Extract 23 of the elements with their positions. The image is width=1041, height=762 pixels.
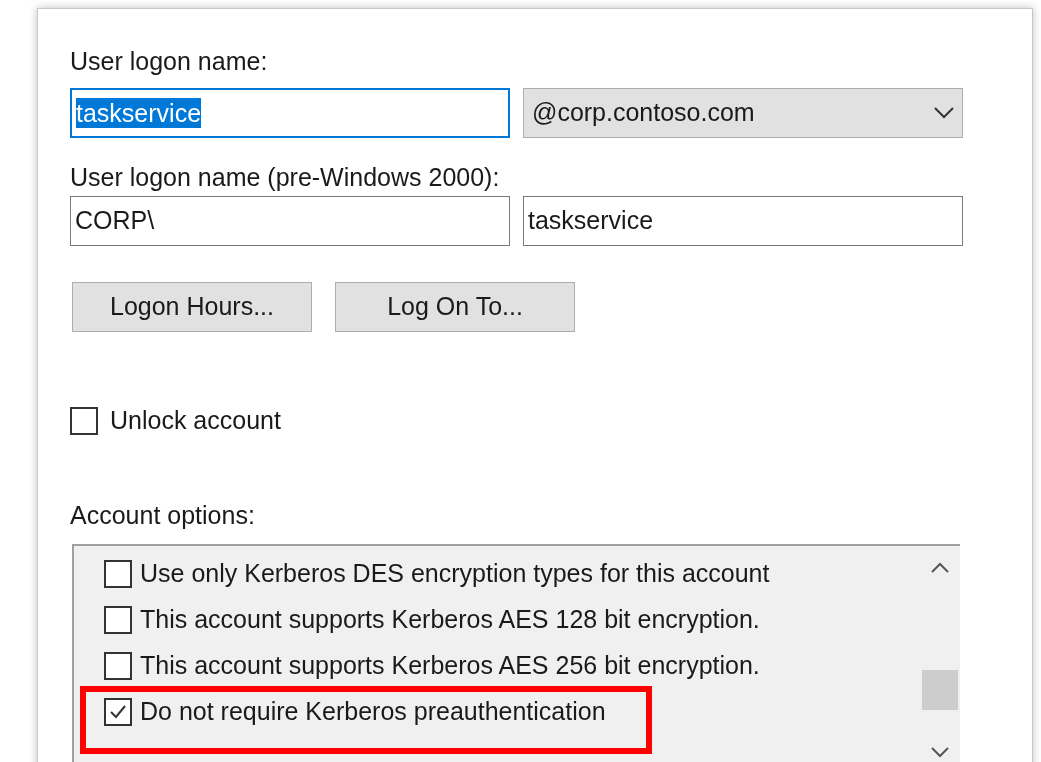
checkbox-label: Unlock account xyxy=(110,405,281,436)
option-checkbox[interactable] xyxy=(104,605,132,634)
option-label: This account supports Kerberos AES 128 bit encryption. xyxy=(140,603,760,635)
option-label: Use only Kerberos DES encryption types for this account xyxy=(140,557,770,589)
field-label: User logon name (pre-Windows 2000): xyxy=(70,162,501,192)
domain-field[interactable]: CORP\ xyxy=(70,196,510,246)
option-checkbox[interactable] xyxy=(104,697,132,726)
scroll-thumb[interactable] xyxy=(922,669,958,710)
section-label: Account options: xyxy=(70,499,256,530)
dialog-button[interactable]: Logon Hours... xyxy=(72,282,312,332)
logon-name-field[interactable]: taskservice xyxy=(523,196,963,246)
field-label: User logon name: xyxy=(70,46,269,76)
scroll-down-icon[interactable] xyxy=(931,746,949,758)
unlock-checkbox[interactable] xyxy=(70,406,98,435)
option-checkbox[interactable] xyxy=(104,651,132,680)
logon-name-field[interactable]: taskservice xyxy=(70,88,510,138)
chevron-down-icon xyxy=(934,107,954,119)
option-label: Do not require Kerberos preauthentication xyxy=(140,695,606,727)
dialog-button[interactable]: Log On To... xyxy=(335,282,575,332)
scroll-up-icon[interactable] xyxy=(931,561,949,573)
domain-dropdown[interactable]: @corp.contoso.com xyxy=(523,88,963,138)
option-label: This account supports Kerberos AES 256 bit encryption. xyxy=(140,649,760,681)
option-checkbox[interactable] xyxy=(104,559,132,588)
